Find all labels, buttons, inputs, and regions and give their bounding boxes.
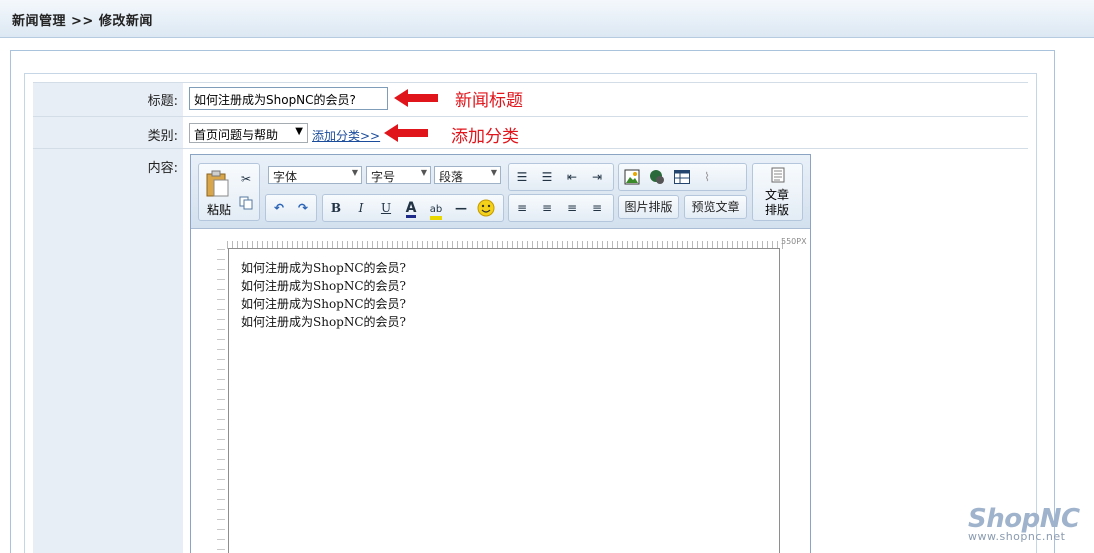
category-select[interactable]: 首页问题与帮助 ▼ [189,123,308,143]
content-label: 内容: [147,161,178,176]
ruler-width-label: 550PX [781,237,807,246]
insert-image-button[interactable] [621,166,643,188]
align-center-button[interactable]: ≡ [536,197,558,219]
image-layout-button[interactable]: 图片排版 [618,195,679,219]
font-color-button[interactable]: A [400,197,422,219]
format-group: B I U A ab — [322,194,504,222]
insert-table-button[interactable] [671,166,693,188]
font-size-value: 字号 [371,170,396,184]
row-divider [33,116,1028,117]
category-label: 类别: [147,129,178,144]
label-column [33,82,183,553]
ordered-list-icon: ☰ [516,170,528,184]
title-label: 标题: [147,94,178,109]
add-category-link[interactable]: 添加分类>> [312,127,380,144]
redo-button[interactable]: ↷ [292,197,314,219]
unordered-list-button[interactable]: ☰ [536,166,558,188]
arrow-left-icon [394,89,438,107]
justify-button[interactable]: ≡ [586,197,608,219]
content-line: 如何注册成为ShopNC的会员? [241,297,406,311]
row-divider [33,148,1028,149]
copy-button[interactable] [235,192,257,214]
content-line: 如何注册成为ShopNC的会员? [241,261,406,275]
vertical-ruler [217,249,225,553]
justify-icon: ≡ [591,201,603,215]
attachment-icon: ⌇ [704,170,710,184]
smiley-icon [477,199,495,217]
paste-icon [206,170,229,197]
insert-flash-button[interactable] [646,166,668,188]
align-right-button[interactable]: ≡ [561,197,583,219]
breadcrumb: 新闻管理 >> 修改新闻 [12,14,153,29]
font-color-icon: A [405,200,417,218]
redo-icon: ↷ [297,201,309,215]
highlight-button[interactable]: ab [425,197,447,220]
outdent-icon: ⇤ [566,170,578,184]
cut-icon: ✂ [240,172,252,186]
paste-label: 粘贴 [207,203,232,217]
insert-attachment-button[interactable]: ⌇ [696,166,718,188]
title-input[interactable]: 如何注册成为ShopNC的会员? [189,87,388,110]
paragraph-select[interactable]: 段落 ▼ [434,166,501,184]
cut-button[interactable]: ✂ [235,168,257,190]
title-annotation: 新闻标题 [455,91,523,111]
rich-text-editor: 粘贴 ✂ 字体 ▼ 字号 ▼ 段落 ▼ ↶ ↷ B I U A ab — ☰ ☰… [190,154,811,553]
font-size-select[interactable]: 字号 ▼ [366,166,431,184]
emoticon-button[interactable] [475,197,497,219]
highlight-icon: ab [429,204,443,220]
shopnc-watermark: ShopNC www.shopnc.net [968,504,1080,543]
insert-group: ⌇ [618,163,747,191]
indent-button[interactable]: ⇥ [586,166,608,188]
dropdown-arrow-icon: ▼ [420,168,427,177]
history-group: ↶ ↷ [265,194,317,222]
watermark-url: www.shopnc.net [968,530,1066,543]
article-layout-icon [771,167,785,183]
italic-button[interactable]: I [350,197,372,219]
align-center-icon: ≡ [541,201,553,215]
horizontal-rule-button[interactable]: — [450,197,472,219]
italic-icon: I [358,201,364,215]
underline-button[interactable]: U [375,197,397,219]
arrow-left-icon [384,124,428,142]
row-divider [33,82,1028,83]
undo-icon: ↶ [273,201,285,215]
bold-icon: B [330,201,342,215]
unordered-list-icon: ☰ [541,170,553,184]
content-line: 如何注册成为ShopNC的会员? [241,279,406,293]
editor-content-area[interactable]: 如何注册成为ShopNC的会员? 如何注册成为ShopNC的会员? 如何注册成为… [228,248,780,553]
article-layout-button[interactable]: 文章 排版 [752,163,803,221]
font-family-value: 字体 [273,170,298,184]
dropdown-arrow-icon: ▼ [351,168,358,177]
underline-icon: U [380,201,392,215]
paste-button[interactable]: 粘贴 [203,168,233,218]
undo-button[interactable]: ↶ [268,197,290,219]
category-annotation: 添加分类 [451,127,519,147]
top-bar: 新闻管理 >> 修改新闻 [0,0,1094,38]
preview-article-button[interactable]: 预览文章 [684,195,747,219]
clipboard-group: 粘贴 ✂ [198,163,260,221]
article-layout-label-2: 排版 [765,203,790,217]
flash-icon [650,170,664,184]
image-icon [624,169,640,185]
indent-icon: ⇥ [591,170,603,184]
horizontal-rule-icon: — [455,201,467,215]
align-left-icon: ≡ [516,201,528,215]
dropdown-arrow-icon: ▼ [490,168,497,177]
align-left-button[interactable]: ≡ [511,197,533,219]
align-group: ≡ ≡ ≡ ≡ [508,194,614,222]
category-select-value: 首页问题与帮助 [194,128,279,142]
dropdown-arrow-icon: ▼ [295,126,303,137]
copy-icon [239,196,253,210]
table-icon [674,170,690,184]
content-line: 如何注册成为ShopNC的会员? [241,315,406,329]
font-family-select[interactable]: 字体 ▼ [268,166,362,184]
outdent-button[interactable]: ⇤ [561,166,583,188]
editor-toolbar: 粘贴 ✂ 字体 ▼ 字号 ▼ 段落 ▼ ↶ ↷ B I U A ab — ☰ ☰… [191,155,810,229]
bold-button[interactable]: B [325,197,347,219]
paragraph-value: 段落 [439,170,464,184]
align-right-icon: ≡ [566,201,578,215]
list-group: ☰ ☰ ⇤ ⇥ [508,163,614,191]
ordered-list-button[interactable]: ☰ [511,166,533,188]
